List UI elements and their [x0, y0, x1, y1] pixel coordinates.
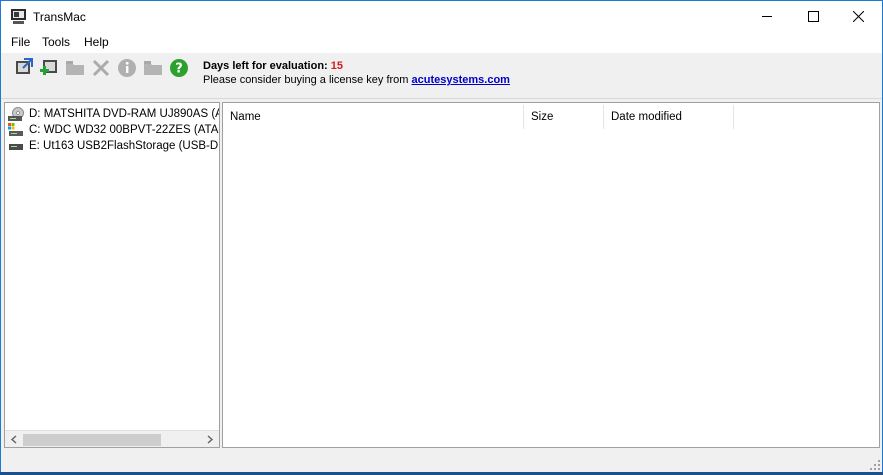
drive-label-c: C: WDC WD32 00BPVT-22ZES (ATA-Disk [29, 124, 219, 136]
add-image-button[interactable] [38, 57, 60, 79]
folder-button[interactable] [64, 57, 86, 79]
drive-label-e: E: Ut163 USB2FlashStorage (USB-Disk) [29, 140, 220, 152]
new-folder-icon [144, 61, 162, 75]
new-folder-button[interactable] [142, 57, 164, 79]
scroll-right-icon[interactable] [206, 435, 214, 444]
toolbar: ? Days left for evaluation: 15 Please co… [1, 53, 882, 99]
add-image-icon [40, 60, 57, 75]
column-header-size[interactable]: Size [524, 105, 604, 129]
delete-icon [92, 59, 110, 77]
menu-tools[interactable]: Tools [40, 35, 72, 49]
help-button[interactable]: ? [168, 57, 190, 79]
drive-item-e[interactable]: E: Ut163 USB2FlashStorage (USB-Disk) [8, 138, 220, 154]
scroll-left-icon[interactable] [10, 435, 18, 444]
info-icon [118, 59, 136, 77]
maximize-icon [807, 11, 819, 22]
usb-disk-icon [9, 144, 23, 150]
menu-help[interactable]: Help [82, 35, 111, 49]
window-title: TransMac [33, 10, 86, 24]
dvd-drive-icon [8, 107, 24, 121]
evaluation-notice: Days left for evaluation: 15 [203, 60, 343, 72]
title-bar[interactable]: TransMac [1, 1, 882, 32]
info-button[interactable] [116, 57, 138, 79]
transmac-window: TransMac File Tools Help ? Days left for… [0, 0, 883, 472]
acutesystems-link[interactable]: acutesystems.com [412, 74, 510, 86]
drive-item-c[interactable]: C: WDC WD32 00BPVT-22ZES (ATA-Disk [8, 122, 219, 138]
status-bar [1, 451, 882, 472]
evaluation-label: Days left for evaluation: [203, 60, 328, 72]
open-image-icon [16, 58, 33, 74]
hard-disk-icon [8, 123, 23, 136]
license-message: Please consider buying a license key fro… [203, 74, 510, 86]
close-icon [852, 11, 864, 22]
scrollbar-thumb[interactable] [23, 434, 161, 446]
folder-icon [66, 61, 84, 75]
open-image-button[interactable] [13, 57, 35, 79]
license-message-text: Please consider buying a license key fro… [203, 74, 409, 86]
maximize-button[interactable] [790, 1, 836, 32]
menu-bar: File Tools Help [1, 32, 882, 53]
evaluation-days-count: 15 [330, 60, 344, 72]
file-list-pane[interactable]: Name Size Date modified [222, 102, 880, 448]
column-header-date-modified[interactable]: Date modified [604, 105, 734, 129]
minimize-button[interactable] [744, 1, 790, 32]
drive-item-d[interactable]: D: MATSHITA DVD-RAM UJ890AS (ATA [8, 106, 220, 122]
resize-grip-icon[interactable] [870, 460, 880, 470]
delete-button[interactable] [90, 57, 112, 79]
column-header-name[interactable]: Name [223, 105, 524, 129]
close-button[interactable] [835, 1, 881, 32]
drive-tree-pane[interactable]: D: MATSHITA DVD-RAM UJ890AS (ATA C: WDC … [4, 102, 220, 448]
menu-file[interactable]: File [9, 35, 32, 49]
transmac-app-icon [11, 9, 26, 24]
horizontal-scrollbar[interactable] [5, 430, 219, 447]
help-icon: ? [170, 59, 188, 77]
minimize-icon [761, 16, 772, 17]
drive-label-d: D: MATSHITA DVD-RAM UJ890AS (ATA [29, 108, 220, 120]
svg-text:?: ? [175, 62, 183, 77]
